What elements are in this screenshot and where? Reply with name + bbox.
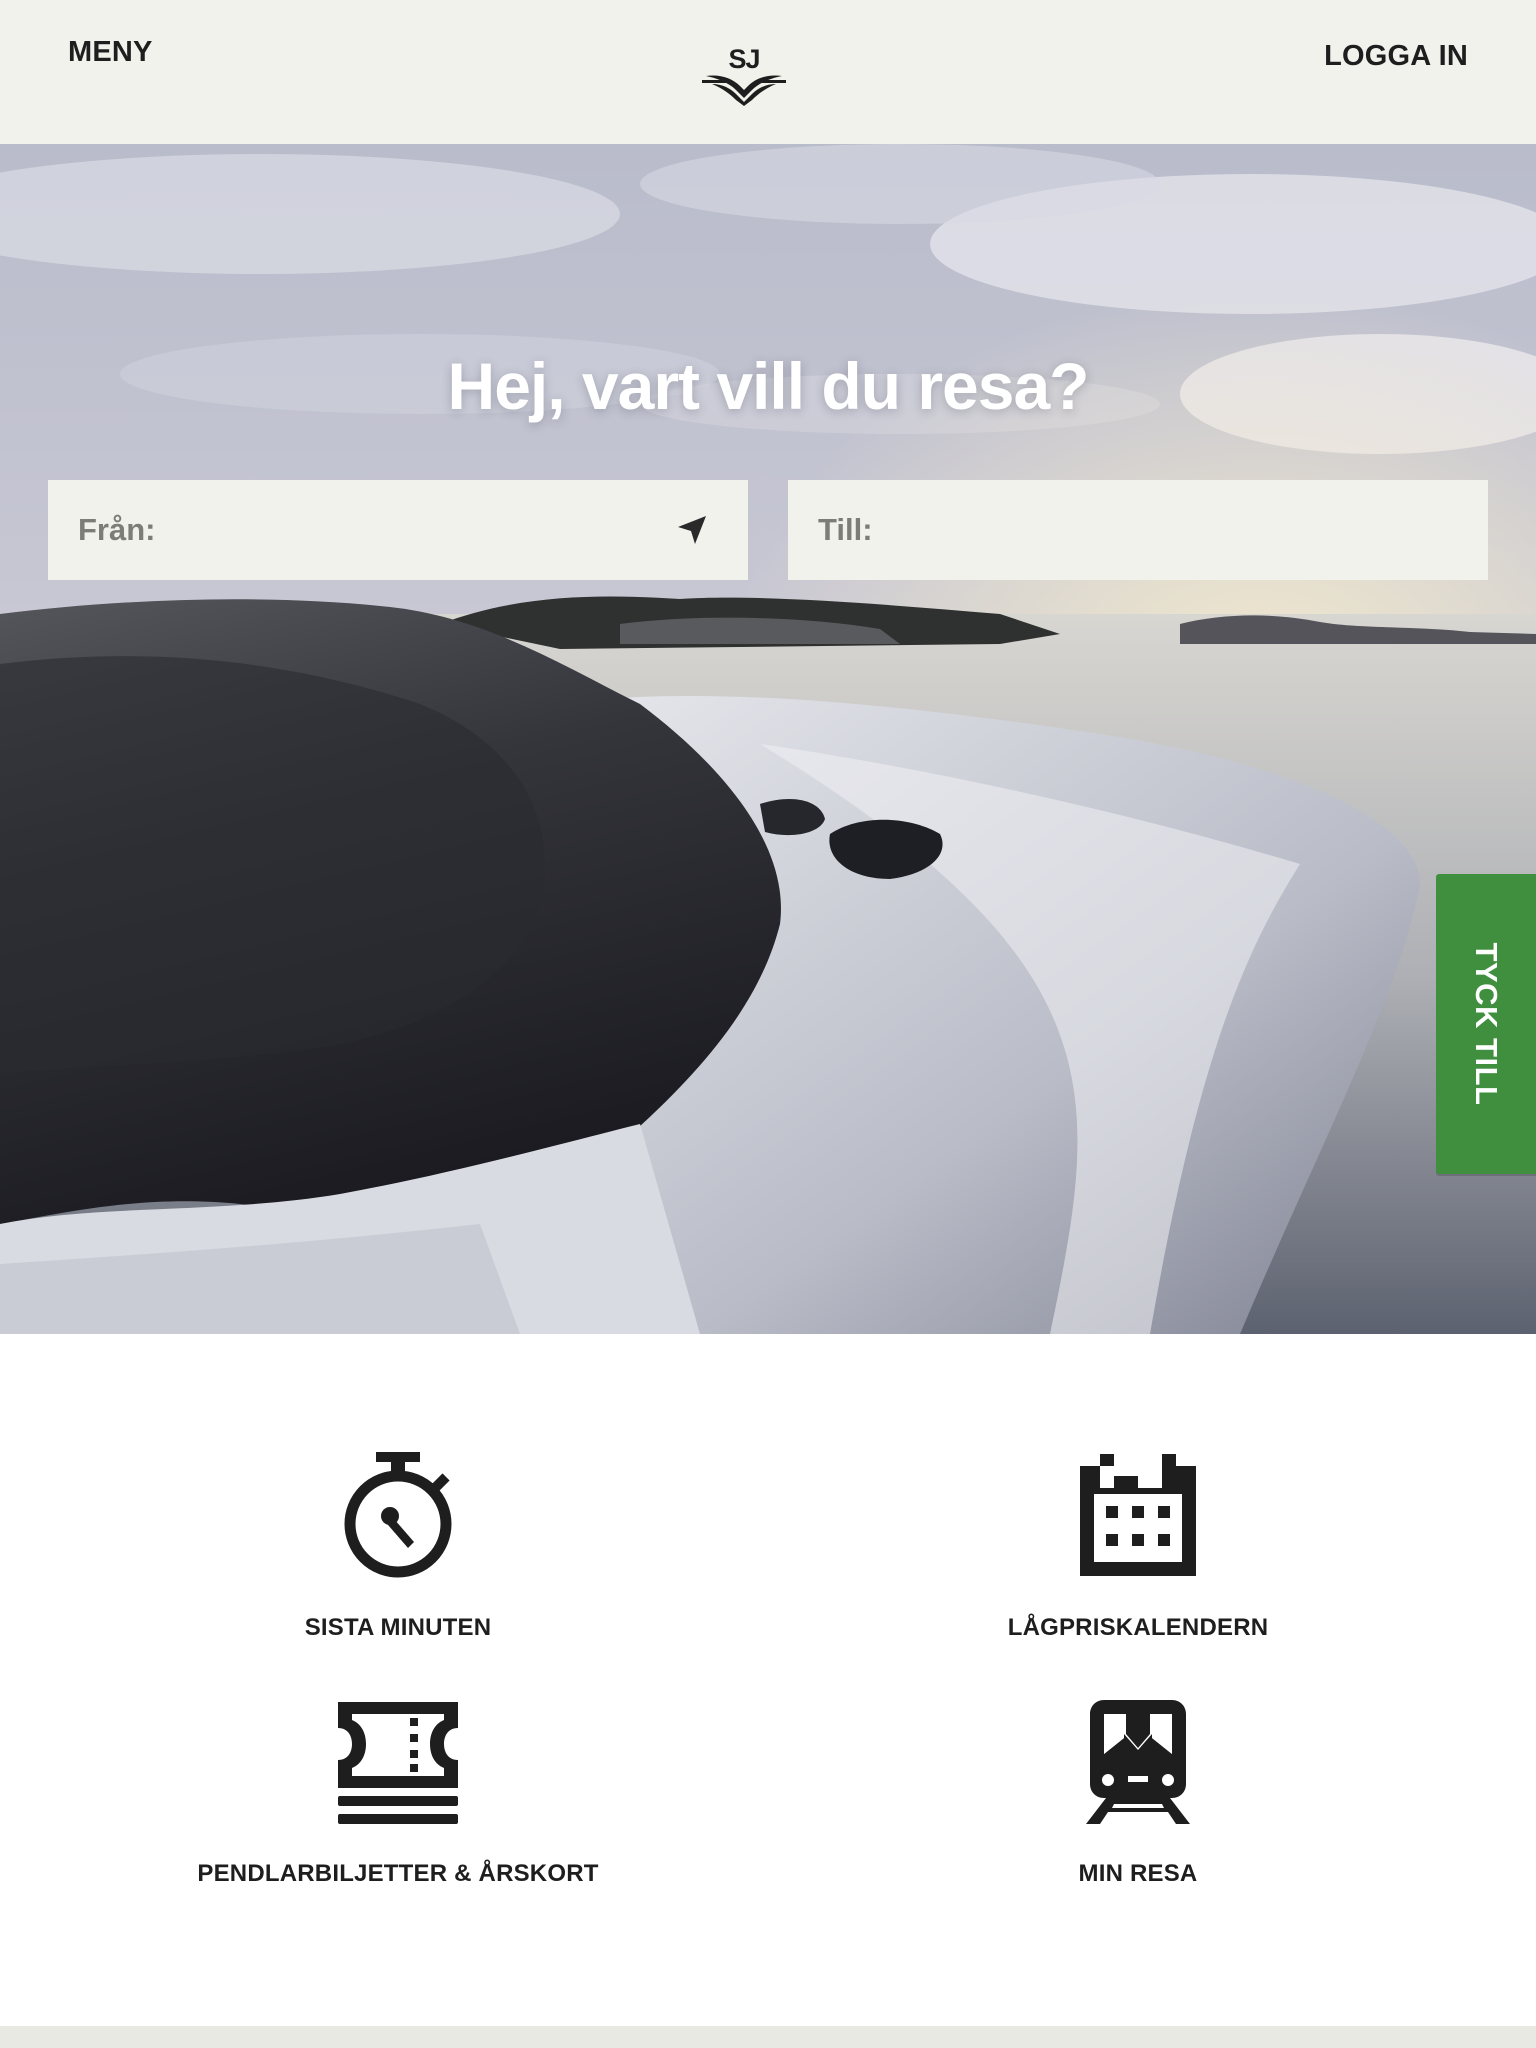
feedback-tab-label: TYCK TILL: [1469, 942, 1504, 1106]
hero-title: Hej, vart vill du resa?: [447, 349, 1090, 423]
to-input[interactable]: [818, 480, 1378, 580]
from-field[interactable]: [48, 480, 748, 580]
logo-wings-icon: [702, 75, 786, 106]
menu-button[interactable]: MENY: [68, 36, 153, 69]
from-input[interactable]: [78, 480, 638, 580]
train-icon: [1074, 1698, 1202, 1826]
top-header: MENY SJ LOGGA IN: [0, 0, 1536, 144]
calendar-icon: [1074, 1452, 1202, 1580]
shortcut-label: PENDLARBILJETTER & ÅRSKORT: [197, 1860, 599, 1887]
stopwatch-icon: [334, 1452, 462, 1580]
ticket-icon: [334, 1698, 462, 1826]
to-field[interactable]: [788, 480, 1488, 580]
footer-strip: [0, 2026, 1536, 2048]
login-button[interactable]: LOGGA IN: [1324, 40, 1468, 73]
shortcut-label: SISTA MINUTEN: [304, 1614, 492, 1641]
hero-section: Hej, vart vill du resa? TYCK TILL: [0, 144, 1536, 1334]
location-arrow-icon[interactable]: [676, 514, 708, 546]
hero-landscape-image: [0, 144, 1536, 1334]
shortcut-label: MIN RESA: [1078, 1860, 1198, 1887]
feedback-tab-button[interactable]: TYCK TILL: [1436, 874, 1536, 1174]
shortcut-label: LÅGPRISKALENDERN: [1007, 1614, 1269, 1641]
sj-logo[interactable]: SJ: [702, 44, 786, 106]
